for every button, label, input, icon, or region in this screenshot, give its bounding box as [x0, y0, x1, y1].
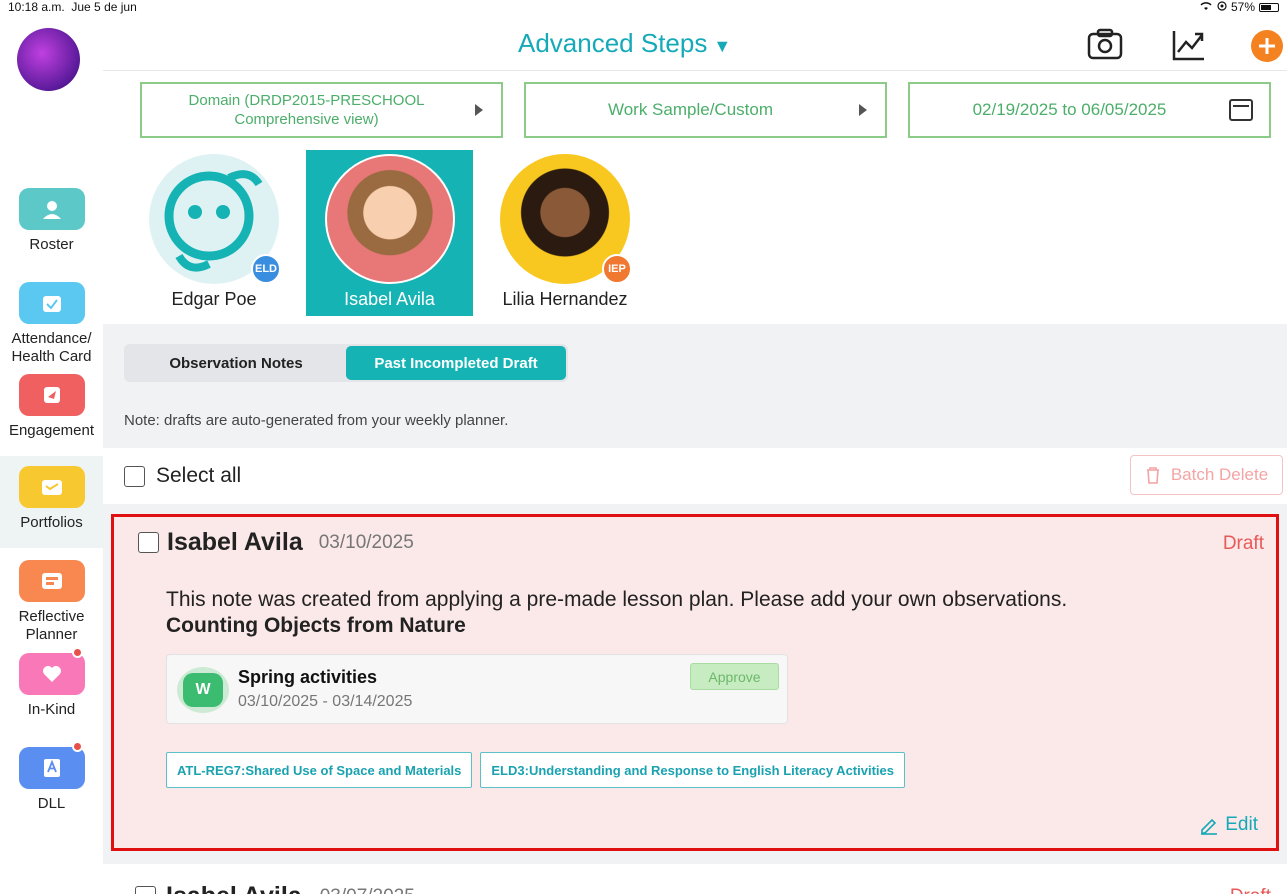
draft-child-name: Isabel Avila — [167, 528, 303, 557]
send-icon — [19, 374, 85, 416]
sidebar-item-label: Roster — [29, 236, 73, 253]
view-segmented-control: Observation Notes Past Incompleted Draft — [124, 344, 568, 382]
avatar: ELD — [149, 154, 279, 284]
weekly-plan-icon: W — [177, 667, 229, 713]
filter-bar: Domain (DRDP2015-PRESCHOOL Comprehensive… — [140, 82, 1271, 138]
draft-message: This note was created from applying a pr… — [166, 587, 1067, 613]
child-name: Isabel Avila — [306, 289, 473, 310]
wifi-icon — [1199, 0, 1213, 14]
calendar-check-icon — [19, 282, 85, 324]
date-range-label: 02/19/2025 to 06/05/2025 — [973, 100, 1167, 120]
select-all-checkbox[interactable] — [124, 466, 145, 487]
iep-badge: IEP — [602, 254, 632, 284]
draft-checkbox[interactable] — [138, 532, 159, 553]
sidebar-item-dll[interactable]: DLL — [0, 747, 103, 813]
draft-status: Draft — [1230, 886, 1271, 894]
sidebar-item-roster[interactable]: Roster — [0, 188, 103, 254]
select-all-label: Select all — [156, 464, 241, 488]
drafts-note: Note: drafts are auto-generated from you… — [124, 412, 508, 429]
add-icon[interactable] — [1250, 29, 1284, 68]
status-time: 10:18 a.m. — [8, 0, 65, 14]
child-card-isabel-avila[interactable]: Isabel Avila — [306, 150, 473, 316]
draft-status: Draft — [1223, 533, 1264, 555]
draft-child-name: Isabel Avila — [166, 882, 302, 894]
location-icon — [1217, 0, 1227, 14]
status-time-date: 10:18 a.m. Jue 5 de jun — [8, 0, 137, 14]
notification-dot — [72, 647, 83, 658]
planner-icon — [19, 560, 85, 602]
child-name: Lilia Hernandez — [491, 289, 639, 310]
edit-button[interactable]: Edit — [1199, 814, 1258, 836]
sidebar-item-label: Attendance/ Health Card — [11, 330, 91, 365]
draft-card-next-header: Isabel Avila 03/07/2025 — [135, 882, 415, 894]
lesson-title: Counting Objects from Nature — [166, 613, 1067, 639]
status-indicators: 57% — [1199, 0, 1279, 14]
sidebar-item-label: In-Kind — [28, 701, 76, 718]
draft-body: This note was created from applying a pr… — [166, 587, 1067, 639]
header: Advanced Steps ▼ — [103, 16, 1287, 71]
draft-card-header: Isabel Avila 03/10/2025 — [138, 528, 414, 557]
sidebar-item-in-kind[interactable]: In-Kind — [0, 653, 103, 719]
sidebar-item-engagement[interactable]: Engagement — [0, 374, 103, 440]
measure-tags: ATL-REG7:Shared Use of Space and Materia… — [166, 752, 905, 788]
domain-filter[interactable]: Domain (DRDP2015-PRESCHOOL Comprehensive… — [140, 82, 503, 138]
sidebar-item-label: Reflective Planner — [19, 608, 85, 643]
trend-chart-icon[interactable] — [1171, 28, 1207, 67]
avatar — [325, 154, 455, 284]
sidebar-item-reflective-planner[interactable]: Reflective Planner — [0, 560, 103, 644]
eld-badge: ELD — [251, 254, 281, 284]
battery-icon — [1259, 3, 1279, 12]
pencil-icon — [1199, 815, 1219, 835]
status-date: Jue 5 de jun — [71, 0, 136, 14]
play-arrow-icon — [859, 104, 867, 116]
work-sample-filter-label: Work Sample/Custom — [608, 100, 773, 120]
plan-title: Spring activities — [238, 667, 377, 688]
language-icon — [19, 747, 85, 789]
batch-delete-button[interactable]: Batch Delete — [1130, 455, 1283, 495]
main-content: Advanced Steps ▼ Domain (DRDP2015-PRESCHO… — [103, 16, 1287, 890]
child-card-lilia-hernandez[interactable]: IEP Lilia Hernandez — [491, 150, 639, 316]
select-all[interactable]: Select all — [124, 464, 241, 488]
sidebar-item-label: DLL — [38, 795, 66, 812]
measure-tag[interactable]: ATL-REG7:Shared Use of Space and Materia… — [166, 752, 472, 788]
tab-past-incompleted-draft[interactable]: Past Incompleted Draft — [346, 346, 566, 380]
sidebar-item-label: Portfolios — [20, 514, 83, 531]
page-title: Advanced Steps — [518, 28, 707, 58]
avatar: IEP — [500, 154, 630, 284]
sidebar-item-label: Engagement — [9, 422, 94, 439]
battery-percent: 57% — [1231, 0, 1255, 14]
caret-down-icon: ▼ — [713, 36, 731, 56]
date-range-filter[interactable]: 02/19/2025 to 06/05/2025 — [908, 82, 1271, 138]
domain-filter-label: Domain (DRDP2015-PRESCHOOL Comprehensive… — [189, 91, 425, 129]
child-card-edgar-poe[interactable]: ELD Edgar Poe — [140, 150, 288, 316]
batch-delete-label: Batch Delete — [1171, 465, 1268, 485]
work-sample-filter[interactable]: Work Sample/Custom — [524, 82, 887, 138]
program-selector[interactable]: Advanced Steps ▼ — [518, 28, 731, 59]
draft-card: Isabel Avila 03/10/2025 Draft This note … — [111, 514, 1279, 851]
approve-badge: Approve — [690, 663, 779, 690]
notification-dot — [72, 741, 83, 752]
user-avatar[interactable] — [17, 28, 80, 91]
calendar-icon — [1229, 99, 1253, 121]
child-selector: ELD Edgar Poe Isabel Avila IEP Lilia Her… — [140, 150, 639, 316]
child-name: Edgar Poe — [140, 289, 288, 310]
play-arrow-icon — [475, 104, 483, 116]
heart-icon — [19, 653, 85, 695]
sidebar-item-attendance[interactable]: Attendance/ Health Card — [0, 282, 103, 366]
sidebar-item-portfolios[interactable]: Portfolios — [0, 456, 103, 548]
lesson-plan-card[interactable]: W Spring activities 03/10/2025 - 03/14/2… — [166, 654, 788, 724]
draft-date: 03/10/2025 — [319, 532, 414, 554]
draft-checkbox[interactable] — [135, 886, 156, 894]
edit-label: Edit — [1225, 814, 1258, 836]
tab-observation-notes[interactable]: Observation Notes — [126, 346, 346, 380]
plan-dates: 03/10/2025 - 03/14/2025 — [238, 693, 412, 711]
sidebar: Roster Attendance/ Health Card Engagemen… — [0, 16, 103, 890]
select-bar: Select all Batch Delete — [103, 448, 1287, 504]
measure-tag[interactable]: ELD3:Understanding and Response to Engli… — [480, 752, 905, 788]
trash-icon — [1145, 466, 1161, 484]
status-bar: 10:18 a.m. Jue 5 de jun 57% — [0, 0, 1287, 16]
camera-icon[interactable] — [1087, 28, 1123, 65]
portfolio-icon — [19, 466, 85, 508]
user-icon — [19, 188, 85, 230]
